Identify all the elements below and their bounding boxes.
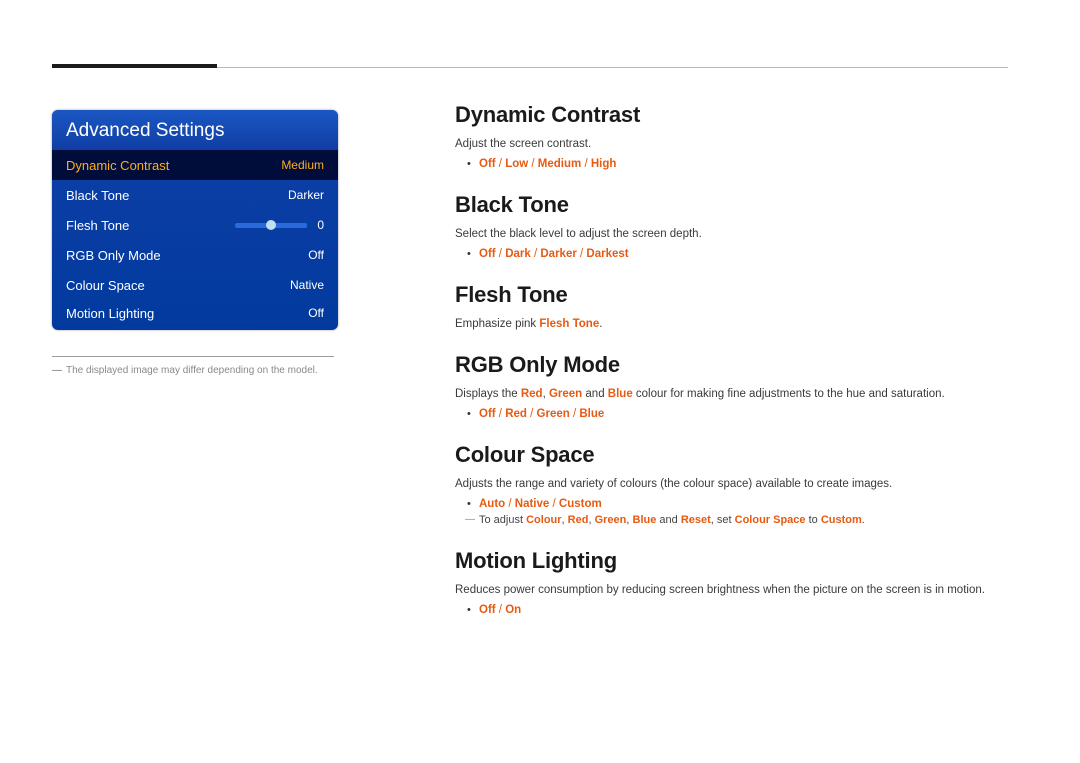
options-list: Off / Red / Green / Blue (455, 408, 1015, 420)
highlight: Reset (681, 514, 711, 526)
text: and (656, 514, 680, 526)
osd-row-value: Native (290, 278, 324, 292)
section-desc: Select the black level to adjust the scr… (455, 228, 1015, 240)
footnote-text: The displayed image may differ depending… (66, 365, 318, 376)
osd-row-value: Off (308, 306, 324, 320)
option: Off (479, 248, 496, 260)
osd-row-label: Colour Space (66, 278, 145, 293)
osd-row-value: 0 (317, 218, 324, 232)
section-title: RGB Only Mode (455, 352, 1015, 378)
section-colour-space: Colour Space Adjusts the range and varie… (455, 442, 1015, 526)
osd-row-black-tone[interactable]: Black Tone Darker (52, 180, 338, 210)
section-desc: Emphasize pink Flesh Tone. (455, 318, 1015, 330)
options-list: Auto / Native / Custom (455, 498, 1015, 510)
osd-row-label: Flesh Tone (66, 218, 129, 233)
section-black-tone: Black Tone Select the black level to adj… (455, 192, 1015, 260)
highlight: Blue (633, 514, 657, 526)
option: Auto (479, 498, 505, 510)
highlight: Colour (526, 514, 561, 526)
highlight: Green (595, 514, 627, 526)
text: and (582, 388, 608, 400)
left-divider (52, 356, 334, 357)
option: Red (505, 408, 527, 420)
settings-preview-panel: Advanced Settings Dynamic Contrast Mediu… (52, 110, 338, 376)
options-list: Off / Low / Medium / High (455, 158, 1015, 170)
section-title: Dynamic Contrast (455, 102, 1015, 128)
section-desc: Displays the Red, Green and Blue colour … (455, 388, 1015, 400)
option: Medium (538, 158, 581, 170)
option: Dark (505, 248, 531, 260)
options-list: Off / On (455, 604, 1015, 616)
osd-row-dynamic-contrast[interactable]: Dynamic Contrast Medium (52, 150, 338, 180)
section-rgb-only: RGB Only Mode Displays the Red, Green an… (455, 352, 1015, 420)
option: Low (505, 158, 528, 170)
osd-row-value: Medium (281, 158, 324, 172)
osd-row-label: Dynamic Contrast (66, 158, 169, 173)
text: colour for making fine adjustments to th… (633, 388, 945, 400)
section-desc: Adjust the screen contrast. (455, 138, 1015, 150)
section-desc: Adjusts the range and variety of colours… (455, 478, 1015, 490)
options-list: Off / Dark / Darker / Darkest (455, 248, 1015, 260)
osd-row-value: Off (308, 248, 324, 262)
text: , set (711, 514, 735, 526)
section-title: Motion Lighting (455, 548, 1015, 574)
option: Darker (540, 248, 576, 260)
subnote: To adjust Colour, Red, Green, Blue and R… (455, 514, 1015, 526)
osd-row-label: Black Tone (66, 188, 129, 203)
osd-row-colour-space[interactable]: Colour Space Native (52, 270, 338, 300)
flesh-tone-slider[interactable] (235, 223, 307, 228)
option: Off (479, 604, 496, 616)
option: Darkest (586, 248, 628, 260)
section-title: Black Tone (455, 192, 1015, 218)
osd-row-rgb-only[interactable]: RGB Only Mode Off (52, 240, 338, 270)
highlight: Custom (821, 514, 862, 526)
highlight: Colour Space (735, 514, 806, 526)
text: . (599, 318, 602, 330)
option: Custom (559, 498, 602, 510)
highlight: Green (549, 388, 582, 400)
section-dynamic-contrast: Dynamic Contrast Adjust the screen contr… (455, 102, 1015, 170)
osd-row-motion-lighting[interactable]: Motion Lighting Off (52, 300, 338, 330)
option: High (591, 158, 617, 170)
osd-row-value: Darker (288, 188, 324, 202)
text: to (806, 514, 821, 526)
descriptions-column: Dynamic Contrast Adjust the screen contr… (455, 102, 1015, 620)
option: Off (479, 408, 496, 420)
option: Blue (579, 408, 604, 420)
section-flesh-tone: Flesh Tone Emphasize pink Flesh Tone. (455, 282, 1015, 330)
osd-title: Advanced Settings (52, 110, 338, 150)
section-title: Flesh Tone (455, 282, 1015, 308)
text: . (862, 514, 865, 526)
osd-panel: Advanced Settings Dynamic Contrast Mediu… (52, 110, 338, 330)
section-title: Colour Space (455, 442, 1015, 468)
text: To adjust (479, 514, 526, 526)
section-desc: Reduces power consumption by reducing sc… (455, 584, 1015, 596)
header-rule (52, 67, 1008, 68)
section-motion-lighting: Motion Lighting Reduces power consumptio… (455, 548, 1015, 616)
osd-row-label: RGB Only Mode (66, 248, 161, 263)
option: Native (515, 498, 550, 510)
osd-row-label: Motion Lighting (66, 306, 154, 321)
option: On (505, 604, 521, 616)
highlight: Flesh Tone (539, 318, 599, 330)
text: Emphasize pink (455, 318, 539, 330)
highlight: Red (521, 388, 543, 400)
footnote: ―The displayed image may differ dependin… (52, 365, 338, 376)
option: Green (537, 408, 570, 420)
osd-row-flesh-tone[interactable]: Flesh Tone 0 (52, 210, 338, 240)
highlight: Blue (608, 388, 633, 400)
option: Off (479, 158, 496, 170)
text: Displays the (455, 388, 521, 400)
highlight: Red (568, 514, 589, 526)
